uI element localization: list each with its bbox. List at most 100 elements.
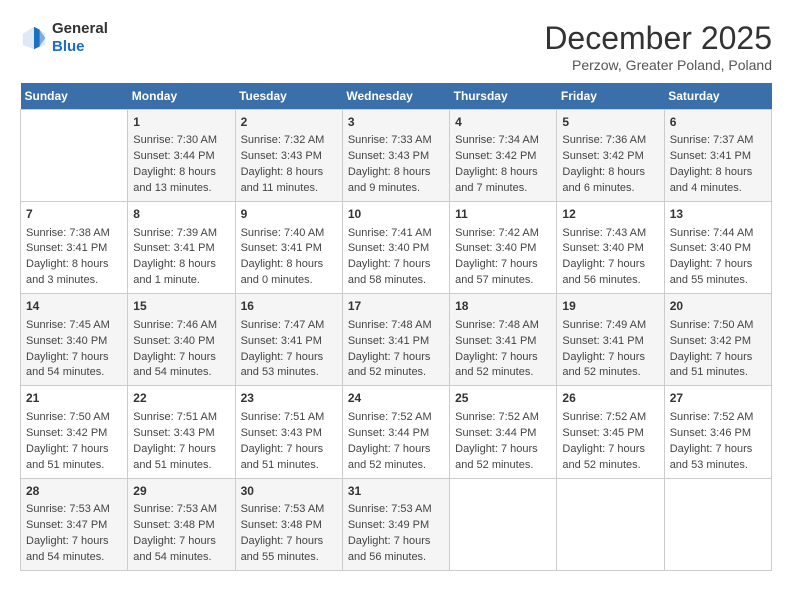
- day-number: 3: [348, 114, 444, 131]
- day-info: Sunrise: 7:38 AM: [26, 226, 122, 242]
- day-info: and 1 minute.: [133, 273, 229, 289]
- day-info: Sunrise: 7:53 AM: [26, 502, 122, 518]
- logo-general: General: [52, 20, 108, 37]
- day-info: Sunrise: 7:52 AM: [455, 410, 551, 426]
- day-info: and 52 minutes.: [455, 365, 551, 381]
- calendar-cell: 29Sunrise: 7:53 AMSunset: 3:48 PMDayligh…: [128, 478, 235, 570]
- day-info: and 56 minutes.: [562, 273, 658, 289]
- day-info: Daylight: 7 hours: [133, 442, 229, 458]
- day-info: and 52 minutes.: [562, 365, 658, 381]
- calendar-cell: 7Sunrise: 7:38 AMSunset: 3:41 PMDaylight…: [21, 202, 128, 294]
- day-info: and 13 minutes.: [133, 181, 229, 197]
- day-info: Daylight: 7 hours: [133, 350, 229, 366]
- calendar-cell: 1Sunrise: 7:30 AMSunset: 3:44 PMDaylight…: [128, 110, 235, 202]
- day-info: and 4 minutes.: [670, 181, 766, 197]
- calendar-cell: 22Sunrise: 7:51 AMSunset: 3:43 PMDayligh…: [128, 386, 235, 478]
- day-info: and 52 minutes.: [562, 458, 658, 474]
- day-info: Daylight: 7 hours: [670, 350, 766, 366]
- calendar-cell: 14Sunrise: 7:45 AMSunset: 3:40 PMDayligh…: [21, 294, 128, 386]
- day-info: and 6 minutes.: [562, 181, 658, 197]
- calendar-cell: [450, 478, 557, 570]
- day-info: Sunrise: 7:51 AM: [241, 410, 337, 426]
- header: General Blue December 2025 Perzow, Great…: [20, 20, 772, 73]
- day-info: Sunset: 3:41 PM: [241, 241, 337, 257]
- day-info: Daylight: 8 hours: [26, 257, 122, 273]
- logo-icon: [20, 24, 48, 52]
- day-info: Daylight: 8 hours: [241, 165, 337, 181]
- day-info: Daylight: 8 hours: [133, 165, 229, 181]
- day-info: and 55 minutes.: [241, 550, 337, 566]
- day-info: Daylight: 7 hours: [26, 534, 122, 550]
- day-info: and 7 minutes.: [455, 181, 551, 197]
- calendar-cell: 27Sunrise: 7:52 AMSunset: 3:46 PMDayligh…: [664, 386, 771, 478]
- day-number: 13: [670, 206, 766, 223]
- calendar-cell: 25Sunrise: 7:52 AMSunset: 3:44 PMDayligh…: [450, 386, 557, 478]
- day-info: Sunset: 3:40 PM: [133, 334, 229, 350]
- calendar-cell: 2Sunrise: 7:32 AMSunset: 3:43 PMDaylight…: [235, 110, 342, 202]
- logo-blue: Blue: [52, 38, 85, 55]
- day-info: Daylight: 7 hours: [455, 257, 551, 273]
- weekday-header: Thursday: [450, 83, 557, 110]
- day-info: Sunrise: 7:40 AM: [241, 226, 337, 242]
- day-info: Daylight: 7 hours: [348, 350, 444, 366]
- day-number: 16: [241, 298, 337, 315]
- calendar-cell: 10Sunrise: 7:41 AMSunset: 3:40 PMDayligh…: [342, 202, 449, 294]
- day-info: and 53 minutes.: [670, 458, 766, 474]
- day-number: 22: [133, 390, 229, 407]
- day-info: Sunrise: 7:51 AM: [133, 410, 229, 426]
- weekday-header: Saturday: [664, 83, 771, 110]
- day-info: Sunset: 3:42 PM: [455, 149, 551, 165]
- day-info: Sunrise: 7:52 AM: [670, 410, 766, 426]
- day-info: Sunrise: 7:45 AM: [26, 318, 122, 334]
- day-info: Daylight: 7 hours: [26, 350, 122, 366]
- day-info: Sunset: 3:44 PM: [455, 426, 551, 442]
- calendar-cell: [664, 478, 771, 570]
- day-info: Sunset: 3:43 PM: [348, 149, 444, 165]
- day-info: Sunrise: 7:44 AM: [670, 226, 766, 242]
- day-info: and 52 minutes.: [455, 458, 551, 474]
- day-info: and 55 minutes.: [670, 273, 766, 289]
- calendar-cell: 3Sunrise: 7:33 AMSunset: 3:43 PMDaylight…: [342, 110, 449, 202]
- calendar-cell: 31Sunrise: 7:53 AMSunset: 3:49 PMDayligh…: [342, 478, 449, 570]
- calendar-cell: 21Sunrise: 7:50 AMSunset: 3:42 PMDayligh…: [21, 386, 128, 478]
- day-number: 2: [241, 114, 337, 131]
- day-info: Sunrise: 7:52 AM: [562, 410, 658, 426]
- calendar-cell: 19Sunrise: 7:49 AMSunset: 3:41 PMDayligh…: [557, 294, 664, 386]
- day-info: Sunset: 3:40 PM: [348, 241, 444, 257]
- day-info: Daylight: 7 hours: [348, 534, 444, 550]
- day-info: Sunset: 3:41 PM: [26, 241, 122, 257]
- day-info: Sunrise: 7:52 AM: [348, 410, 444, 426]
- day-info: Daylight: 7 hours: [670, 257, 766, 273]
- calendar-week-row: 14Sunrise: 7:45 AMSunset: 3:40 PMDayligh…: [21, 294, 772, 386]
- day-info: Sunrise: 7:39 AM: [133, 226, 229, 242]
- day-number: 9: [241, 206, 337, 223]
- calendar-cell: 8Sunrise: 7:39 AMSunset: 3:41 PMDaylight…: [128, 202, 235, 294]
- day-info: and 54 minutes.: [133, 365, 229, 381]
- day-info: and 56 minutes.: [348, 550, 444, 566]
- day-info: Sunset: 3:42 PM: [562, 149, 658, 165]
- month-title: December 2025: [544, 20, 772, 57]
- calendar-cell: 18Sunrise: 7:48 AMSunset: 3:41 PMDayligh…: [450, 294, 557, 386]
- day-info: Sunrise: 7:32 AM: [241, 133, 337, 149]
- calendar-table: SundayMondayTuesdayWednesdayThursdayFrid…: [20, 83, 772, 571]
- day-info: Sunset: 3:44 PM: [348, 426, 444, 442]
- day-info: Daylight: 7 hours: [348, 257, 444, 273]
- day-number: 19: [562, 298, 658, 315]
- calendar-cell: 4Sunrise: 7:34 AMSunset: 3:42 PMDaylight…: [450, 110, 557, 202]
- day-info: Sunset: 3:40 PM: [670, 241, 766, 257]
- day-info: and 51 minutes.: [670, 365, 766, 381]
- day-info: Sunrise: 7:53 AM: [348, 502, 444, 518]
- calendar-cell: 20Sunrise: 7:50 AMSunset: 3:42 PMDayligh…: [664, 294, 771, 386]
- day-number: 8: [133, 206, 229, 223]
- calendar-week-row: 28Sunrise: 7:53 AMSunset: 3:47 PMDayligh…: [21, 478, 772, 570]
- calendar-cell: 23Sunrise: 7:51 AMSunset: 3:43 PMDayligh…: [235, 386, 342, 478]
- day-info: Sunrise: 7:53 AM: [133, 502, 229, 518]
- day-number: 24: [348, 390, 444, 407]
- day-info: and 54 minutes.: [133, 550, 229, 566]
- day-info: and 52 minutes.: [348, 365, 444, 381]
- day-number: 17: [348, 298, 444, 315]
- day-info: Sunset: 3:41 PM: [133, 241, 229, 257]
- day-number: 25: [455, 390, 551, 407]
- day-info: Sunrise: 7:48 AM: [455, 318, 551, 334]
- day-number: 20: [670, 298, 766, 315]
